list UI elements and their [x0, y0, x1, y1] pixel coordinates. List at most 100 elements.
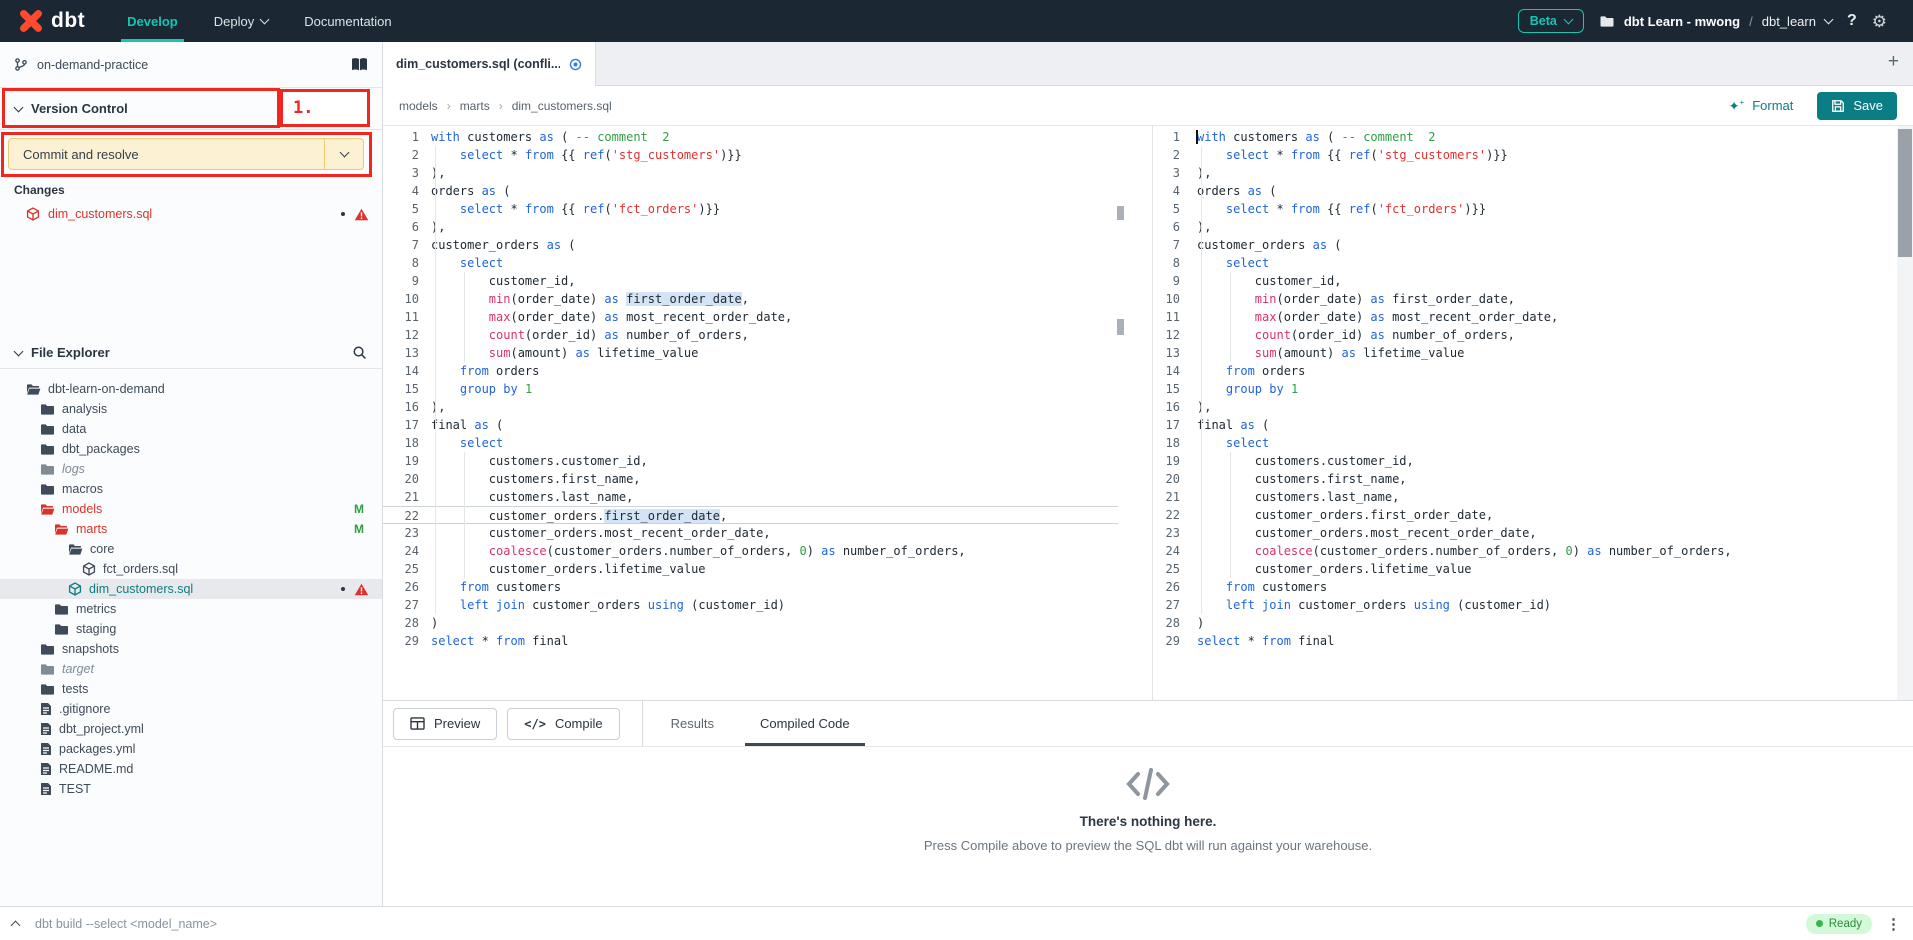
- code-line[interactable]: 21 customers.last_name,: [383, 488, 1118, 506]
- code-line[interactable]: 22 customer_orders.first_order_date,: [383, 506, 1118, 524]
- code-line[interactable]: 2 select * from {{ ref('stg_customers')}…: [383, 146, 1118, 164]
- scrollbar-thumb[interactable]: [1898, 129, 1912, 257]
- beta-button[interactable]: Beta: [1518, 9, 1584, 33]
- breadcrumb-file[interactable]: dim_customers.sql: [512, 99, 612, 113]
- code-line[interactable]: 23 customer_orders.most_recent_order_dat…: [383, 524, 1118, 542]
- nav-item-deploy[interactable]: Deploy: [214, 0, 268, 42]
- tree-item-models[interactable]: modelsM: [0, 499, 382, 519]
- status-badge[interactable]: Ready: [1806, 914, 1872, 934]
- code-line[interactable]: 5 select * from {{ ref('fct_orders')}}: [1158, 200, 1897, 218]
- code-line[interactable]: 15 group by 1: [1158, 380, 1897, 398]
- code-line[interactable]: 11 max(order_date) as most_recent_order_…: [383, 308, 1118, 326]
- code-line[interactable]: 19 customers.customer_id,: [1158, 452, 1897, 470]
- format-button[interactable]: ✦+ Format: [1729, 98, 1794, 113]
- code-line[interactable]: 7customer_orders as (: [1158, 236, 1897, 254]
- tree-item-logs[interactable]: logs: [0, 459, 382, 479]
- code-line[interactable]: 24 coalesce(customer_orders.number_of_or…: [383, 542, 1118, 560]
- code-line[interactable]: 16),: [383, 398, 1118, 416]
- code-line[interactable]: 6),: [383, 218, 1118, 236]
- tree-item-data[interactable]: data: [0, 419, 382, 439]
- tab-compiled-code[interactable]: Compiled Code: [760, 701, 850, 746]
- code-line[interactable]: 4orders as (: [383, 182, 1118, 200]
- code-line[interactable]: 13 sum(amount) as lifetime_value: [383, 344, 1118, 362]
- code-line[interactable]: 26 from customers: [383, 578, 1118, 596]
- code-line[interactable]: 8 select: [383, 254, 1118, 272]
- tab-dim-customers[interactable]: dim_customers.sql (confli...: [383, 42, 596, 86]
- code-pane-left[interactable]: 1with customers as ( -- comment 22 selec…: [383, 126, 1118, 700]
- tree-item-snapshots[interactable]: snapshots: [0, 639, 382, 659]
- breadcrumb-marts[interactable]: marts: [460, 99, 490, 113]
- code-line[interactable]: 16),: [1158, 398, 1897, 416]
- code-line[interactable]: 28): [1158, 614, 1897, 632]
- code-line[interactable]: 14 from orders: [1158, 362, 1897, 380]
- kebab-menu-icon[interactable]: ⋮: [1886, 915, 1901, 933]
- commit-dropdown-toggle[interactable]: [324, 139, 363, 169]
- search-icon[interactable]: [352, 345, 367, 360]
- code-line[interactable]: 12 count(order_id) as number_of_orders,: [1158, 326, 1897, 344]
- tree-item-analysis[interactable]: analysis: [0, 399, 382, 419]
- chevron-up-icon[interactable]: [11, 920, 21, 930]
- code-line[interactable]: 29select * from final: [1158, 632, 1897, 650]
- code-line[interactable]: 9 customer_id,: [383, 272, 1118, 290]
- account-switcher[interactable]: dbt Learn - mwong / dbt_learn: [1599, 14, 1832, 29]
- tab-results[interactable]: Results: [671, 701, 714, 746]
- code-line[interactable]: 1with customers as ( -- comment 2: [1158, 128, 1897, 146]
- code-line[interactable]: 25 customer_orders.lifetime_value: [383, 560, 1118, 578]
- code-line[interactable]: 10 min(order_date) as first_order_date,: [383, 290, 1118, 308]
- tree-item-test[interactable]: TEST: [0, 779, 382, 799]
- code-line[interactable]: 2 select * from {{ ref('stg_customers')}…: [1158, 146, 1897, 164]
- breadcrumb-models[interactable]: models: [399, 99, 438, 113]
- changed-file-row[interactable]: dim_customers.sql: [0, 203, 382, 225]
- code-line[interactable]: 19 customers.customer_id,: [383, 452, 1118, 470]
- preview-button[interactable]: Preview: [393, 708, 497, 740]
- code-line[interactable]: 17final as (: [1158, 416, 1897, 434]
- compile-button[interactable]: </> Compile: [507, 708, 619, 740]
- save-button[interactable]: Save: [1817, 92, 1897, 120]
- tree-item--gitignore[interactable]: .gitignore: [0, 699, 382, 719]
- code-line[interactable]: 9 customer_id,: [1158, 272, 1897, 290]
- commit-and-resolve-button[interactable]: Commit and resolve: [8, 138, 364, 170]
- code-line[interactable]: 12 count(order_id) as number_of_orders,: [383, 326, 1118, 344]
- tree-item-dbt-packages[interactable]: dbt_packages: [0, 439, 382, 459]
- code-line[interactable]: 26 from customers: [1158, 578, 1897, 596]
- code-line[interactable]: 4orders as (: [1158, 182, 1897, 200]
- code-line[interactable]: 7customer_orders as (: [383, 236, 1118, 254]
- file-explorer-header[interactable]: File Explorer: [0, 337, 382, 369]
- tree-item-metrics[interactable]: metrics: [0, 599, 382, 619]
- code-line[interactable]: 14 from orders: [383, 362, 1118, 380]
- code-line[interactable]: 21 customers.last_name,: [1158, 488, 1897, 506]
- tree-item-packages-yml[interactable]: packages.yml: [0, 739, 382, 759]
- scrollbar-track[interactable]: [1897, 126, 1913, 700]
- code-line[interactable]: 15 group by 1: [383, 380, 1118, 398]
- code-line[interactable]: 8 select: [1158, 254, 1897, 272]
- code-line[interactable]: 20 customers.first_name,: [1158, 470, 1897, 488]
- code-line[interactable]: 18 select: [383, 434, 1118, 452]
- code-line[interactable]: 22 customer_orders.first_order_date,: [1158, 506, 1897, 524]
- tree-item-core[interactable]: core: [0, 539, 382, 559]
- code-line[interactable]: 3),: [1158, 164, 1897, 182]
- nav-item-documentation[interactable]: Documentation: [304, 0, 391, 42]
- code-line[interactable]: 6),: [1158, 218, 1897, 236]
- tree-item-macros[interactable]: macros: [0, 479, 382, 499]
- tree-item-dbt-project-yml[interactable]: dbt_project.yml: [0, 719, 382, 739]
- tree-item-fct-orders-sql[interactable]: fct_orders.sql: [0, 559, 382, 579]
- tree-item-marts[interactable]: martsM: [0, 519, 382, 539]
- code-line[interactable]: 23 customer_orders.most_recent_order_dat…: [1158, 524, 1897, 542]
- code-line[interactable]: 18 select: [1158, 434, 1897, 452]
- code-line[interactable]: 13 sum(amount) as lifetime_value: [1158, 344, 1897, 362]
- tree-item-readme-md[interactable]: README.md: [0, 759, 382, 779]
- docs-book-icon[interactable]: [351, 57, 368, 72]
- code-line[interactable]: 5 select * from {{ ref('fct_orders')}}: [383, 200, 1118, 218]
- git-branch-selector[interactable]: on-demand-practice: [0, 42, 382, 88]
- code-line[interactable]: 27 left join customer_orders using (cust…: [383, 596, 1118, 614]
- code-line[interactable]: 28): [383, 614, 1118, 632]
- code-line[interactable]: 3),: [383, 164, 1118, 182]
- tree-item-dim-customers-sql[interactable]: dim_customers.sql: [0, 579, 382, 599]
- command-input[interactable]: [33, 916, 1792, 932]
- code-line[interactable]: 10 min(order_date) as first_order_date,: [1158, 290, 1897, 308]
- code-line[interactable]: 17final as (: [383, 416, 1118, 434]
- code-line[interactable]: 27 left join customer_orders using (cust…: [1158, 596, 1897, 614]
- help-icon[interactable]: ?: [1847, 12, 1857, 30]
- tree-item-tests[interactable]: tests: [0, 679, 382, 699]
- new-tab-button[interactable]: +: [1888, 51, 1899, 73]
